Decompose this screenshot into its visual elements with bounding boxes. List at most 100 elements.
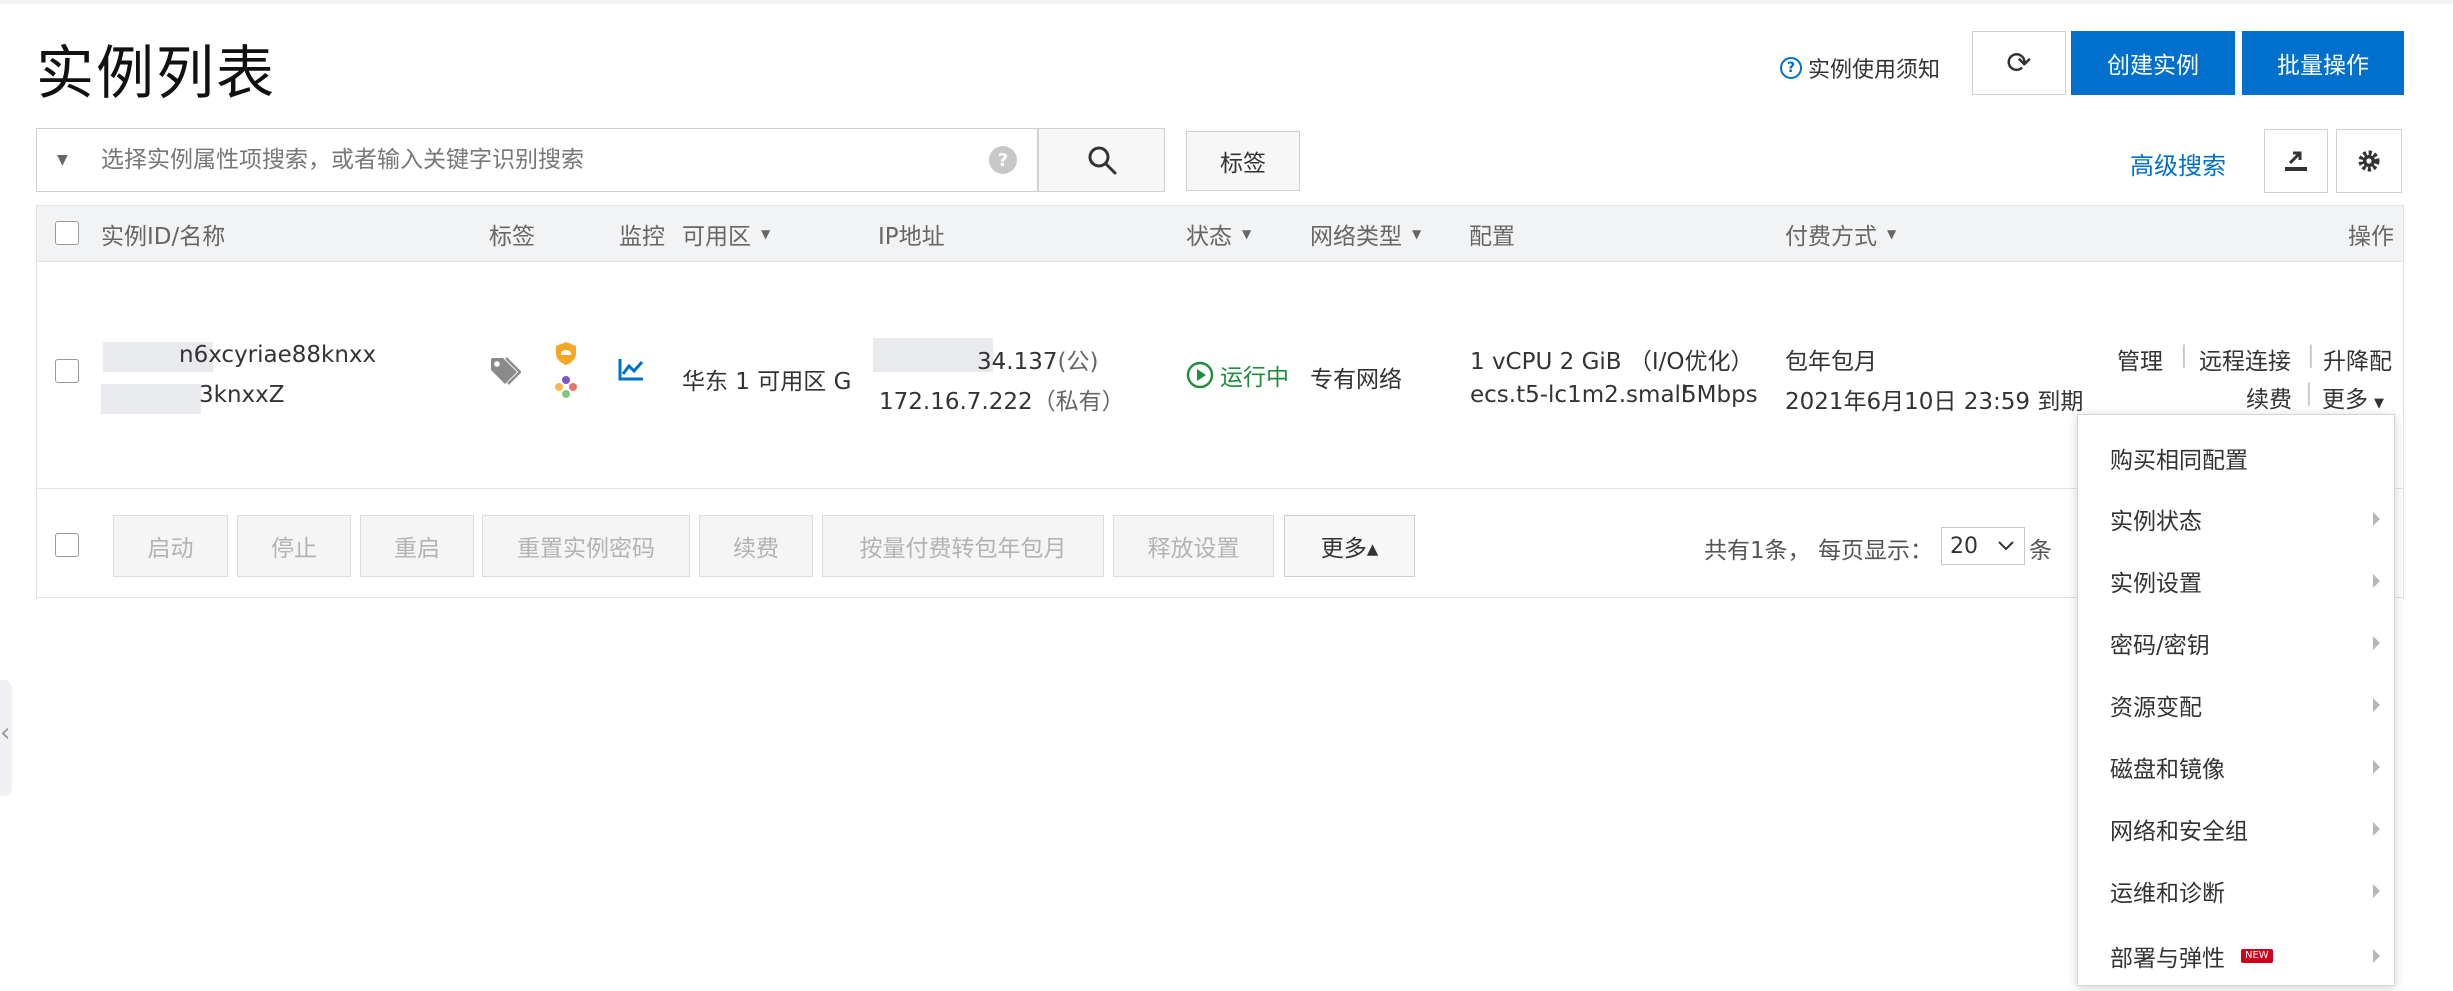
search-button[interactable] xyxy=(1038,128,1165,192)
table-footer: 启动 停止 重启 重置实例密码 续费 按量付费转包年包月 释放设置 更多▴ 共有… xyxy=(37,488,2403,598)
search-bar[interactable]: ▼ ? xyxy=(36,128,1038,192)
caret-down-icon: ▼ xyxy=(1887,227,1897,241)
column-status-filter[interactable]: 状态 ▼ xyxy=(1186,206,1251,262)
search-icon xyxy=(1088,146,1116,175)
network-type-value: 专有网络 xyxy=(1310,367,1402,393)
menu-item-instance-settings[interactable]: 实例设置 xyxy=(2078,550,2394,612)
menu-item-label: 部署与弹性 xyxy=(2110,946,2225,972)
menu-item-label: 网络和安全组 xyxy=(2110,819,2248,845)
create-instance-button[interactable]: 创建实例 xyxy=(2071,31,2235,95)
column-tag: 标签 xyxy=(489,224,535,250)
redacted-area xyxy=(873,338,993,372)
instance-name: 3knxxZ xyxy=(199,382,285,408)
remote-connect-link[interactable]: 远程连接 xyxy=(2199,342,2291,376)
column-network-filter[interactable]: 网络类型 ▼ xyxy=(1310,206,1421,262)
submenu-arrow-icon xyxy=(2373,822,2380,836)
table-header: 实例ID/名称 标签 监控 可用区 ▼ IP地址 状态 ▼ 网络类型 ▼ 配置 付费方… xyxy=(37,206,2403,262)
status-badge: 运行中 xyxy=(1186,358,1289,392)
caret-down-icon: ▼ xyxy=(1242,227,1252,241)
column-zone-label: 可用区 xyxy=(682,224,751,250)
manage-link[interactable]: 管理 xyxy=(2117,342,2163,376)
caret-down-icon: ▼ xyxy=(2374,396,2384,411)
submenu-arrow-icon xyxy=(2373,698,2380,712)
per-page-unit: 条 xyxy=(2029,538,2052,564)
public-ip-value: 34.137(公) xyxy=(977,342,1098,376)
submenu-arrow-icon xyxy=(2373,574,2380,588)
public-ip: 34.137 xyxy=(977,349,1058,375)
column-config: 配置 xyxy=(1469,224,1515,250)
menu-item-password-key[interactable]: 密码/密钥 xyxy=(2078,612,2394,674)
reset-password-button[interactable]: 重置实例密码 xyxy=(482,515,690,577)
column-billing-filter[interactable]: 付费方式 ▼ xyxy=(1785,206,1896,262)
private-ip-suffix: （私有） xyxy=(1032,389,1125,415)
menu-item-disk-image[interactable]: 磁盘和镜像 xyxy=(2078,736,2394,798)
action-divider: | xyxy=(2180,342,2188,368)
refresh-button[interactable]: ⟳ xyxy=(1972,31,2066,95)
cloud-assistant-icon[interactable] xyxy=(553,374,579,400)
submenu-arrow-icon xyxy=(2373,884,2380,898)
advanced-search-link[interactable]: 高级搜索 xyxy=(2130,146,2226,181)
search-input[interactable] xyxy=(83,147,989,173)
page-size-select[interactable]: 20 xyxy=(1941,527,2025,565)
tag-icon[interactable] xyxy=(489,356,521,386)
menu-item-deploy-elastic[interactable]: 部署与弹性 NEW xyxy=(2078,925,2394,987)
instance-notice-label: 实例使用须知 xyxy=(1808,58,1941,83)
select-all-checkbox[interactable] xyxy=(55,221,79,245)
more-actions-link[interactable]: 更多 ▼ xyxy=(2322,380,2384,415)
instance-table: 实例ID/名称 标签 监控 可用区 ▼ IP地址 状态 ▼ 网络类型 ▼ 配置 付费方… xyxy=(36,205,2404,598)
public-ip-suffix: (公) xyxy=(1057,349,1099,375)
expire-date: 2021年6月10日 23:59 到期 xyxy=(1785,389,2084,415)
footer-more-button[interactable]: 更多▴ xyxy=(1284,515,1415,577)
instance-id-link[interactable]: n6xcyriae88knxx xyxy=(179,342,376,368)
monitor-chart-icon[interactable] xyxy=(617,356,645,382)
start-button[interactable]: 启动 xyxy=(113,515,228,577)
total-count: 共有1条， xyxy=(1704,538,1811,564)
renew-button[interactable]: 续费 xyxy=(699,515,813,577)
gear-icon xyxy=(2358,150,2380,172)
stop-button[interactable]: 停止 xyxy=(237,515,351,577)
menu-item-resource-change[interactable]: 资源变配 xyxy=(2078,674,2394,736)
column-status-label: 状态 xyxy=(1186,224,1232,250)
upgrade-link[interactable]: 升降配 xyxy=(2323,342,2392,376)
action-divider: | xyxy=(2307,342,2315,368)
menu-item-network-security[interactable]: 网络和安全组 xyxy=(2078,798,2394,860)
security-shield-icon[interactable] xyxy=(553,340,579,366)
private-ip: 172.16.7.222 xyxy=(879,389,1033,415)
export-icon xyxy=(2285,151,2307,171)
submenu-arrow-icon xyxy=(2373,512,2380,526)
column-billing-label: 付费方式 xyxy=(1785,224,1877,250)
renew-link[interactable]: 续费 xyxy=(2246,380,2292,414)
batch-operations-button[interactable]: 批量操作 xyxy=(2242,31,2404,95)
refresh-icon: ⟳ xyxy=(2006,45,2032,81)
caret-down-icon[interactable]: ▼ xyxy=(57,152,83,168)
convert-billing-button[interactable]: 按量付费转包年包月 xyxy=(822,515,1104,577)
footer-select-all-checkbox[interactable] xyxy=(55,533,79,557)
column-network-label: 网络类型 xyxy=(1310,224,1402,250)
menu-item-label: 磁盘和镜像 xyxy=(2110,757,2225,783)
menu-item-buy-same-config[interactable]: 购买相同配置 xyxy=(2078,427,2394,489)
top-divider xyxy=(0,0,2453,4)
release-settings-button[interactable]: 释放设置 xyxy=(1113,515,1274,577)
menu-item-ops-diagnostics[interactable]: 运维和诊断 xyxy=(2078,860,2394,922)
menu-item-instance-status[interactable]: 实例状态 xyxy=(2078,488,2394,550)
row-checkbox[interactable] xyxy=(55,359,79,383)
column-actions: 操作 xyxy=(2348,224,2394,250)
menu-item-label: 资源变配 xyxy=(2110,695,2202,721)
restart-button[interactable]: 重启 xyxy=(360,515,474,577)
settings-button[interactable] xyxy=(2336,129,2402,193)
column-ip: IP地址 xyxy=(878,224,945,250)
action-divider: | xyxy=(2305,380,2313,406)
redacted-area xyxy=(101,384,201,414)
tag-filter-button[interactable]: 标签 xyxy=(1186,131,1300,191)
help-icon[interactable]: ? xyxy=(989,146,1017,174)
more-actions-label: 更多 xyxy=(2322,387,2368,413)
billing-type: 包年包月 xyxy=(1785,349,1877,375)
column-monitor: 监控 xyxy=(619,224,665,250)
instance-notice-link[interactable]: ? 实例使用须知 xyxy=(1780,50,1940,86)
zone-value: 华东 1 可用区 G xyxy=(682,369,852,395)
instance-type-link[interactable]: ecs.t5-lc1m2.small xyxy=(1470,382,1687,408)
column-zone-filter[interactable]: 可用区 ▼ xyxy=(682,206,770,262)
export-button[interactable] xyxy=(2264,129,2328,193)
submenu-arrow-icon xyxy=(2373,760,2380,774)
sidebar-collapse-handle[interactable]: ‹ xyxy=(0,680,12,796)
